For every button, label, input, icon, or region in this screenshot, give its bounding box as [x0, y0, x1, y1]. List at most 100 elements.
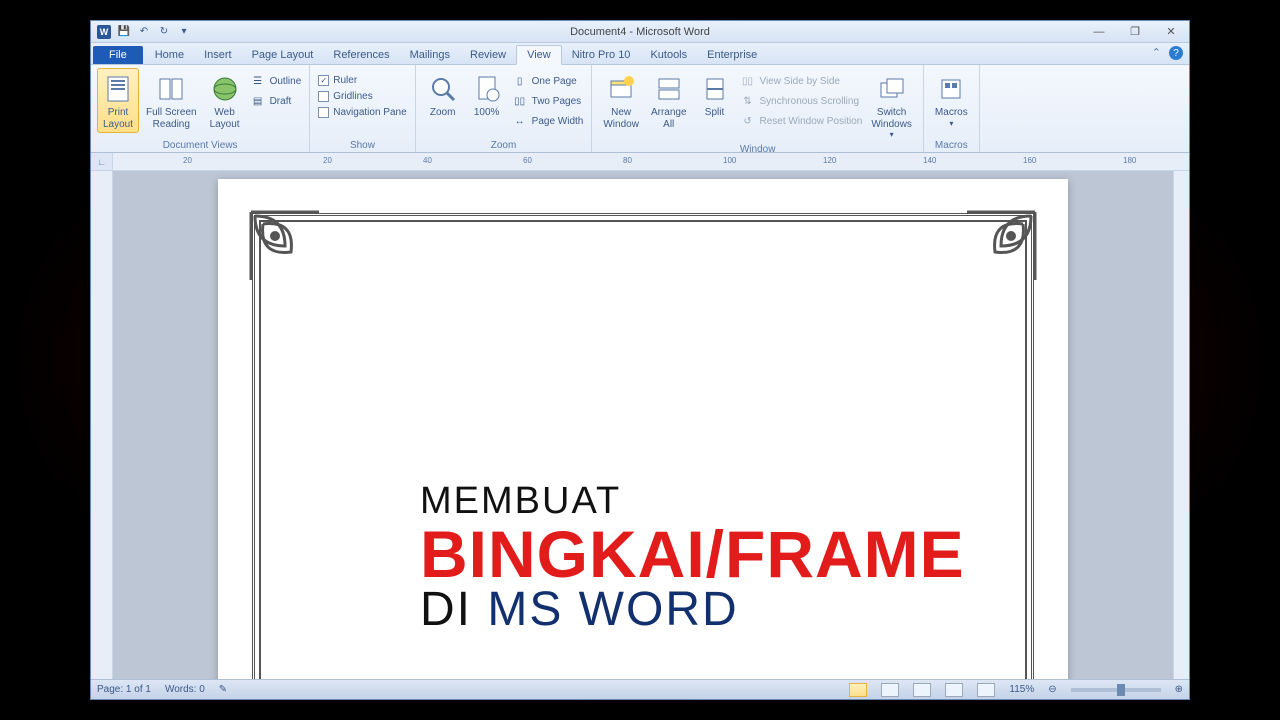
- close-button[interactable]: ✕: [1159, 25, 1183, 39]
- arrange-all-button[interactable]: Arrange All: [646, 68, 692, 133]
- group-label-zoom: Zoom: [422, 138, 586, 151]
- tab-view[interactable]: View: [516, 45, 562, 65]
- view-outline-button[interactable]: [945, 683, 963, 697]
- zoom-level[interactable]: 115%: [1009, 684, 1034, 695]
- status-bar: Page: 1 of 1 Words: 0 ✎ 115% ⊖ ⊕: [91, 679, 1189, 699]
- magnifier-icon: [427, 73, 459, 105]
- split-icon: [699, 73, 731, 105]
- ribbon-tabs: File Home Insert Page Layout References …: [91, 43, 1189, 65]
- view-full-screen-button[interactable]: [881, 683, 899, 697]
- quick-access-toolbar: W 💾 ↶ ↻ ▾: [97, 25, 191, 39]
- file-tab[interactable]: File: [93, 46, 143, 64]
- corner-ornament-tr-icon: [961, 206, 1041, 286]
- tab-enterprise[interactable]: Enterprise: [697, 46, 767, 64]
- zoom-in-button[interactable]: ⊕: [1175, 684, 1183, 695]
- status-page[interactable]: Page: 1 of 1: [97, 684, 151, 695]
- navigation-pane-checkbox[interactable]: Navigation Pane: [316, 106, 408, 119]
- chevron-down-icon: ▾: [949, 119, 953, 128]
- tab-insert[interactable]: Insert: [194, 46, 242, 64]
- zoom-out-button[interactable]: ⊖: [1048, 684, 1056, 695]
- vertical-ruler[interactable]: [91, 171, 113, 679]
- tab-references[interactable]: References: [323, 46, 399, 64]
- word-app-icon[interactable]: W: [97, 25, 111, 39]
- zoom-slider[interactable]: [1071, 688, 1161, 692]
- group-document-views: Print Layout Full Screen Reading Web Lay…: [91, 65, 310, 152]
- checkbox-icon: [318, 91, 329, 102]
- split-button[interactable]: Split: [694, 68, 736, 122]
- book-icon: [155, 73, 187, 105]
- status-proofing-icon[interactable]: ✎: [219, 684, 227, 695]
- group-label-document-views: Document Views: [97, 138, 303, 151]
- globe-icon: [209, 73, 241, 105]
- view-side-by-side-button: ▯▯View Side by Side: [738, 72, 865, 90]
- tab-nitro[interactable]: Nitro Pro 10: [562, 46, 641, 64]
- draft-icon: ▤: [250, 93, 266, 109]
- page-100-icon: [471, 73, 503, 105]
- outline-icon: ☰: [250, 73, 266, 89]
- restore-button[interactable]: ❐: [1123, 25, 1147, 39]
- print-layout-icon: [102, 73, 134, 105]
- one-page-icon: ▯: [512, 73, 528, 89]
- gridlines-checkbox[interactable]: Gridlines: [316, 90, 408, 103]
- tab-home[interactable]: Home: [145, 46, 194, 64]
- new-window-icon: [605, 73, 637, 105]
- synchronous-scrolling-button: ⇅Synchronous Scrolling: [738, 92, 865, 110]
- tab-selector[interactable]: ∟: [91, 153, 113, 171]
- overlay-line2: BINGKAI/FRAME: [420, 523, 965, 586]
- checkbox-icon: [318, 107, 329, 118]
- save-button[interactable]: 💾: [117, 25, 131, 39]
- tab-review[interactable]: Review: [460, 46, 516, 64]
- tab-page-layout[interactable]: Page Layout: [242, 46, 324, 64]
- tab-kutools[interactable]: Kutools: [640, 46, 697, 64]
- page-width-button[interactable]: ↔Page Width: [510, 112, 586, 130]
- redo-button[interactable]: ↻: [157, 25, 171, 39]
- zoom-slider-thumb[interactable]: [1117, 684, 1125, 696]
- group-zoom: Zoom 100% ▯One Page ▯▯Two Pages ↔Page Wi…: [416, 65, 593, 152]
- view-print-layout-button[interactable]: [849, 683, 867, 697]
- group-label-macros: Macros: [930, 138, 973, 151]
- minimize-ribbon-icon[interactable]: ⌃: [1152, 46, 1161, 60]
- print-layout-button[interactable]: Print Layout: [97, 68, 139, 133]
- two-pages-button[interactable]: ▯▯Two Pages: [510, 92, 586, 110]
- side-by-side-icon: ▯▯: [740, 73, 756, 89]
- sync-scroll-icon: ⇅: [740, 93, 756, 109]
- view-draft-button[interactable]: [977, 683, 995, 697]
- full-screen-reading-button[interactable]: Full Screen Reading: [141, 68, 202, 133]
- zoom-100-button[interactable]: 100%: [466, 68, 508, 122]
- minimize-button[interactable]: —: [1087, 25, 1111, 39]
- macros-button[interactable]: Macros ▾: [930, 68, 973, 131]
- arrange-all-icon: [653, 73, 685, 105]
- switch-windows-button[interactable]: Switch Windows ▾: [866, 68, 917, 142]
- window-title: Document4 - Microsoft Word: [570, 26, 710, 38]
- draft-button[interactable]: ▤Draft: [248, 92, 304, 110]
- outline-button[interactable]: ☰Outline: [248, 72, 304, 90]
- ribbon: Print Layout Full Screen Reading Web Lay…: [91, 65, 1189, 153]
- group-label-show: Show: [316, 138, 408, 151]
- vertical-scrollbar[interactable]: [1173, 171, 1189, 679]
- reset-position-icon: ↺: [740, 113, 756, 129]
- two-pages-icon: ▯▯: [512, 93, 528, 109]
- web-layout-button[interactable]: Web Layout: [204, 68, 246, 133]
- macros-icon: [935, 73, 967, 105]
- zoom-button[interactable]: Zoom: [422, 68, 464, 122]
- chevron-down-icon: ▾: [890, 130, 894, 139]
- one-page-button[interactable]: ▯One Page: [510, 72, 586, 90]
- group-window: New Window Arrange All Split ▯▯View Side…: [592, 65, 924, 152]
- group-macros: Macros ▾ Macros: [924, 65, 980, 152]
- page-width-icon: ↔: [512, 113, 528, 129]
- ruler-checkbox[interactable]: ✓Ruler: [316, 74, 408, 87]
- checkbox-checked-icon: ✓: [318, 75, 329, 86]
- reset-window-position-button: ↺Reset Window Position: [738, 112, 865, 130]
- help-icon[interactable]: ?: [1169, 46, 1183, 60]
- view-web-layout-button[interactable]: [913, 683, 931, 697]
- status-words[interactable]: Words: 0: [165, 684, 205, 695]
- switch-windows-icon: [876, 73, 908, 105]
- new-window-button[interactable]: New Window: [598, 68, 644, 133]
- overlay-caption: MEMBUAT BINGKAI/FRAME DI MS WORD: [420, 480, 965, 634]
- tab-mailings[interactable]: Mailings: [400, 46, 460, 64]
- horizontal-ruler[interactable]: ∟ 20 20 40 60 80 100 120 140 160 180: [91, 153, 1189, 171]
- group-show: ✓Ruler Gridlines Navigation Pane Show: [310, 65, 415, 152]
- undo-button[interactable]: ↶: [137, 25, 151, 39]
- qat-dropdown[interactable]: ▾: [177, 25, 191, 39]
- corner-ornament-tl-icon: [245, 206, 325, 286]
